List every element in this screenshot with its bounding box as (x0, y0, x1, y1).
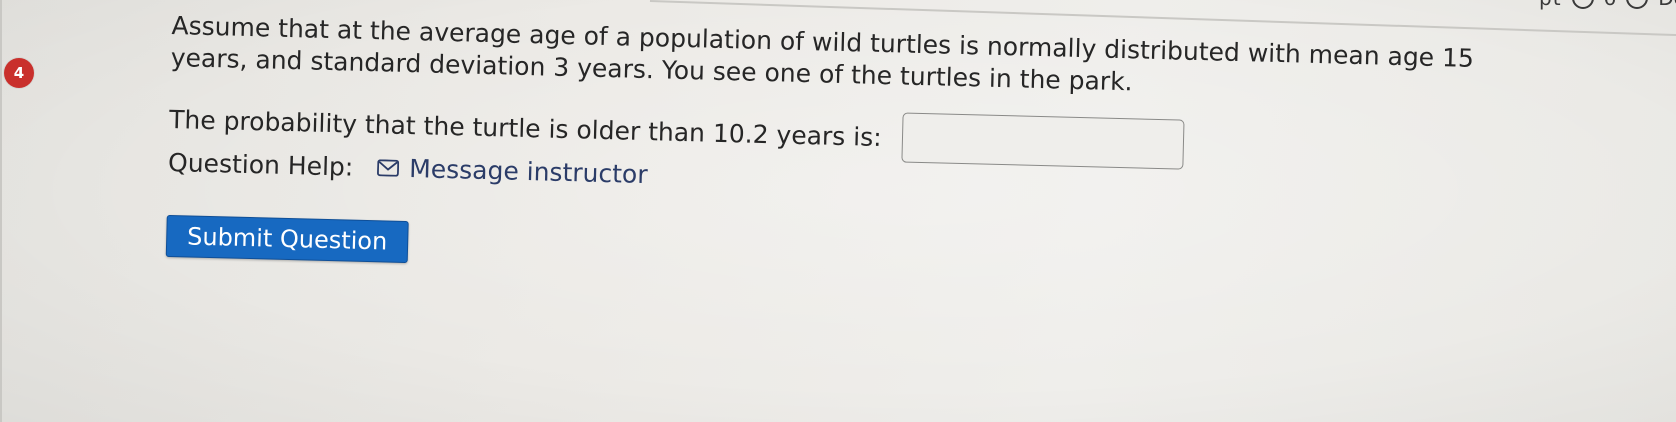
question-text: Assume that at the average age of a popu… (170, 10, 1475, 97)
left-divider (0, 0, 2, 422)
retry-icon[interactable] (1571, 0, 1594, 9)
details-link[interactable]: De (1658, 0, 1676, 10)
message-instructor-label: Message instructor (408, 154, 648, 190)
question-help-label: Question Help: (167, 147, 354, 182)
answer-prompt: The probability that the turtle is older… (168, 104, 883, 152)
submit-question-button[interactable]: Submit Question (165, 214, 409, 264)
message-instructor-link[interactable]: Message instructor (377, 153, 648, 189)
details-icon[interactable] (1626, 0, 1649, 9)
points-text: pt (1539, 0, 1562, 10)
retry-count: 6 (1604, 0, 1617, 10)
answer-input[interactable] (900, 112, 1185, 170)
question-toolbar: pt 6 De (1539, 0, 1676, 10)
mail-icon (377, 159, 400, 177)
question-content: Assume that at the average age of a popu… (165, 10, 1512, 291)
question-number-badge: 4 (4, 58, 34, 88)
